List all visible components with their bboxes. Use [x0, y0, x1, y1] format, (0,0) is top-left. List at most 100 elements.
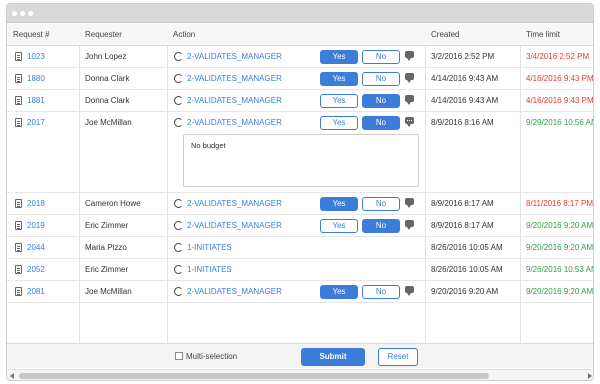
table-row[interactable]: 2018 Cameron Howe 2-VALIDATES_MANAGER Yes No…: [7, 193, 593, 215]
app-window: Request # Requester Action Created Time …: [6, 3, 594, 381]
column-header-request[interactable]: Request #: [13, 24, 49, 46]
comment-icon[interactable]: [405, 51, 414, 61]
column-header-time-limit[interactable]: Time limit: [526, 24, 560, 46]
refresh-icon: [174, 221, 183, 230]
request-number-link[interactable]: 2052: [27, 259, 45, 280]
comment-icon[interactable]: [405, 95, 414, 105]
refresh-icon: [174, 199, 183, 208]
comment-textarea[interactable]: No budget: [183, 134, 419, 187]
requester-name: Joe McMillan: [85, 287, 132, 296]
column-header-created[interactable]: Created: [431, 24, 459, 46]
time-limit-date: 9/20/2016 9:20 AM: [526, 287, 594, 296]
horizontal-scrollbar[interactable]: [7, 369, 593, 380]
requester-name: Eric Zimmer: [85, 265, 129, 274]
table-row[interactable]: 2052 Eric Zimmer 1-INITIATES 8/26/2016 10:0…: [7, 259, 593, 281]
comment-icon[interactable]: [405, 73, 414, 83]
yes-button[interactable]: Yes: [320, 94, 358, 108]
comment-icon[interactable]: [405, 198, 414, 208]
request-number-link[interactable]: 1881: [27, 90, 45, 111]
table-row[interactable]: 2081 Joe McMillan 2-VALIDATES_MANAGER Yes No…: [7, 281, 594, 303]
action-link[interactable]: 2-VALIDATES_MANAGER: [187, 90, 282, 111]
table-footer: Multi-selection Submit Reset: [7, 343, 593, 368]
yes-button[interactable]: Yes: [320, 72, 358, 86]
request-number-link[interactable]: 2017: [27, 112, 45, 133]
yes-button[interactable]: Yes: [320, 197, 358, 211]
no-button[interactable]: No: [362, 94, 400, 108]
document-icon[interactable]: [15, 96, 22, 105]
scroll-thumb[interactable]: [19, 373, 489, 379]
table-row[interactable]: 2017 Joe McMillan 2-VALIDATES_MANAGER Yes No…: [7, 112, 594, 193]
request-number-link[interactable]: 2044: [27, 237, 45, 258]
document-icon[interactable]: [15, 74, 22, 83]
table-row[interactable]: 1023 John Lopez 2-VALIDATES_MANAGER Yes No 3/…: [7, 46, 593, 68]
time-limit-date: 4/16/2016 9:43 PM: [526, 74, 594, 83]
action-link[interactable]: 1-INITIATES: [187, 237, 232, 258]
document-icon[interactable]: [15, 265, 22, 274]
request-number-link[interactable]: 1023: [27, 46, 45, 67]
requester-name: Donna Clark: [85, 96, 130, 105]
table-row[interactable]: 2044 Maria Pizzo 1-INITIATES 8/26/2016 10:0…: [7, 237, 593, 259]
comment-icon[interactable]: [405, 286, 414, 296]
window-close-dot[interactable]: [12, 10, 17, 16]
requester-name: Cameron Howe: [85, 199, 141, 208]
scroll-right-arrow-icon[interactable]: [588, 373, 592, 379]
yes-button[interactable]: Yes: [320, 219, 358, 233]
document-icon[interactable]: [15, 199, 22, 208]
created-date: 8/9/2016 8:17 AM: [431, 221, 494, 230]
request-number-link[interactable]: 1880: [27, 68, 45, 89]
request-number-link[interactable]: 2019: [27, 215, 45, 236]
no-button[interactable]: No: [362, 72, 400, 86]
refresh-icon: [174, 96, 183, 105]
comment-icon[interactable]: [405, 220, 414, 230]
created-date: 4/14/2016 9:43 AM: [431, 96, 499, 105]
request-number-link[interactable]: 2018: [27, 193, 45, 214]
yes-button[interactable]: Yes: [320, 50, 358, 64]
no-button[interactable]: No: [362, 197, 400, 211]
scroll-left-arrow-icon[interactable]: [10, 373, 14, 379]
action-link[interactable]: 2-VALIDATES_MANAGER: [187, 112, 282, 133]
no-button[interactable]: No: [362, 50, 400, 64]
table-row[interactable]: 1881 Donna Clark 2-VALIDATES_MANAGER Yes No 4…: [7, 90, 594, 112]
time-limit-date: 3/4/2016 2:52 PM: [526, 52, 590, 61]
refresh-icon: [174, 118, 183, 127]
submit-button[interactable]: Submit: [301, 348, 365, 366]
yes-button[interactable]: Yes: [320, 116, 358, 130]
time-limit-date: 9/29/2016 10:56 AM: [526, 118, 594, 127]
created-date: 8/26/2016 10:05 AM: [431, 265, 503, 274]
time-limit-date: 4/16/2016 9:43 PM: [526, 96, 594, 105]
refresh-icon: [174, 52, 183, 61]
action-link[interactable]: 2-VALIDATES_MANAGER: [187, 215, 282, 236]
window-maximize-dot[interactable]: [28, 10, 33, 16]
action-link[interactable]: 2-VALIDATES_MANAGER: [187, 193, 282, 214]
created-date: 8/9/2016 8:16 AM: [431, 118, 494, 127]
refresh-icon: [174, 287, 183, 296]
multi-selection-label: Multi-selection: [186, 352, 238, 361]
yes-button[interactable]: Yes: [320, 285, 358, 299]
time-limit-date: 9/20/2016 9:20 AM: [526, 221, 594, 230]
request-number-link[interactable]: 2081: [27, 281, 45, 302]
refresh-icon: [174, 265, 183, 274]
column-header-requester[interactable]: Requester: [85, 24, 122, 46]
action-link[interactable]: 2-VALIDATES_MANAGER: [187, 281, 282, 302]
created-date: 9/20/2016 9:20 AM: [431, 287, 499, 296]
column-header-action[interactable]: Action: [173, 24, 195, 46]
document-icon[interactable]: [15, 243, 22, 252]
table-row[interactable]: 1880 Donna Clark 2-VALIDATES_MANAGER Yes No 4…: [7, 68, 594, 90]
reset-button[interactable]: Reset: [378, 348, 418, 366]
created-date: 4/14/2016 9:43 AM: [431, 74, 499, 83]
action-link[interactable]: 1-INITIATES: [187, 259, 232, 280]
document-icon[interactable]: [15, 52, 22, 61]
document-icon[interactable]: [15, 118, 22, 127]
action-link[interactable]: 2-VALIDATES_MANAGER: [187, 46, 282, 67]
no-button[interactable]: No: [362, 285, 400, 299]
comment-icon[interactable]: [405, 117, 414, 127]
multi-selection-checkbox[interactable]: [175, 352, 183, 360]
no-button[interactable]: No: [362, 219, 400, 233]
document-icon[interactable]: [15, 287, 22, 296]
window-minimize-dot[interactable]: [20, 10, 25, 16]
table-row[interactable]: 2019 Eric Zimmer 2-VALIDATES_MANAGER Yes No 8…: [7, 215, 594, 237]
requester-name: Joe McMillan: [85, 118, 132, 127]
document-icon[interactable]: [15, 221, 22, 230]
no-button[interactable]: No: [362, 116, 400, 130]
action-link[interactable]: 2-VALIDATES_MANAGER: [187, 68, 282, 89]
